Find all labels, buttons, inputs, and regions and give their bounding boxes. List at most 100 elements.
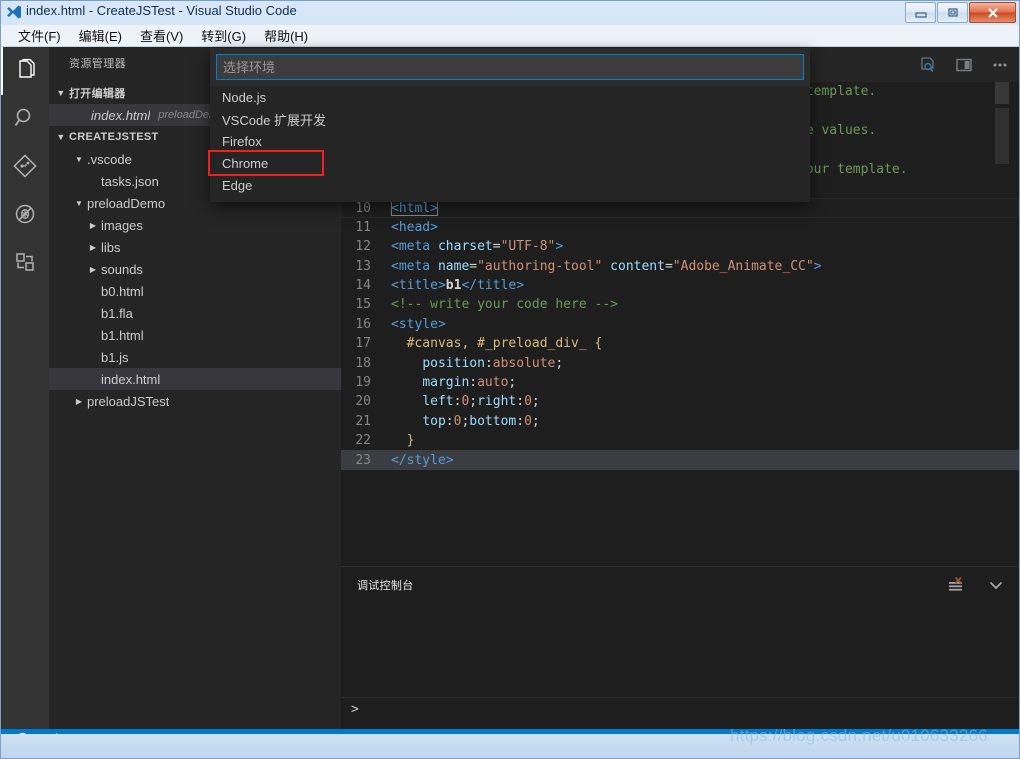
- scrollbar-thumb[interactable]: [995, 82, 1009, 104]
- code-token: name: [437, 258, 470, 274]
- close-button[interactable]: [969, 2, 1016, 23]
- menu-help[interactable]: 帮助(H): [255, 24, 317, 47]
- activity-source-control[interactable]: [1, 143, 49, 191]
- minimize-button[interactable]: [905, 2, 936, 23]
- extensions-icon: [13, 250, 37, 277]
- quick-pick-item-label: Edge: [222, 177, 253, 193]
- quick-pick-item-node-js[interactable]: Node.js: [210, 86, 810, 108]
- tree-item-preloadjstest[interactable]: ▶ preloadJSTest: [49, 390, 341, 412]
- code-line[interactable]: 16 <style>: [341, 315, 1019, 334]
- quick-pick-input[interactable]: [216, 54, 804, 80]
- quick-pick-dropdown: Node.js VSCode 扩展开发 Firefox Chrome Edge: [208, 48, 810, 202]
- code-token: >: [555, 239, 564, 255]
- code-token: =: [469, 258, 478, 274]
- menu-goto[interactable]: 转到(G): [192, 24, 255, 47]
- code-line[interactable]: 12 <meta charset="UTF-8">: [341, 237, 1019, 256]
- tree-item-label: sounds: [101, 261, 143, 277]
- tree-item-b1-js[interactable]: b1.js: [49, 346, 341, 368]
- activity-bar: [1, 47, 49, 729]
- tree-item-index-html[interactable]: index.html: [49, 368, 341, 390]
- scrollbar-thumb-overview[interactable]: [995, 108, 1009, 164]
- code-token: ;: [469, 394, 478, 410]
- restore-button[interactable]: [937, 2, 968, 23]
- code-line-text: }: [387, 433, 1019, 448]
- quick-pick-item-label: Chrome: [222, 155, 269, 171]
- activity-debug[interactable]: [1, 191, 49, 239]
- line-number: 18: [355, 355, 371, 371]
- debug-icon: [13, 202, 37, 229]
- code-token: >: [813, 258, 822, 274]
- tree-item-label: b1.js: [101, 349, 129, 365]
- code-token: #canvas, #_preload_div_ {: [391, 336, 603, 352]
- tree-item-label: tasks.json: [101, 173, 159, 189]
- clear-console-icon[interactable]: [947, 576, 965, 594]
- code-line[interactable]: 11 <head>: [341, 218, 1019, 237]
- tree-item-b0-html[interactable]: b0.html: [49, 280, 341, 302]
- code-token: ;: [531, 413, 540, 429]
- code-token: bottom: [469, 413, 517, 429]
- code-line[interactable]: 15 <!-- write your code here -->: [341, 295, 1019, 314]
- code-line[interactable]: 22 }: [341, 431, 1019, 450]
- code-token: margin: [422, 375, 470, 391]
- code-line-text: margin:auto;: [387, 375, 1019, 390]
- code-line[interactable]: 18 position:absolute;: [341, 353, 1019, 372]
- panel-tab-debug-console[interactable]: 调试控制台: [341, 577, 414, 593]
- code-token: left: [422, 394, 454, 410]
- code-token: :: [445, 413, 454, 429]
- code-line[interactable]: 21 top:0;bottom:0;: [341, 412, 1019, 431]
- tree-item-b1-html[interactable]: b1.html: [49, 324, 341, 346]
- code-line-text: left:0;right:0;: [387, 394, 1019, 409]
- code-token: charset: [437, 239, 493, 255]
- code-token: </title>: [461, 278, 525, 294]
- quick-pick-item-firefox[interactable]: Firefox: [210, 130, 810, 152]
- editor-vertical-scrollbar[interactable]: [995, 82, 1009, 566]
- quick-pick-item-vscode-----[interactable]: VSCode 扩展开发: [210, 108, 810, 130]
- code-line-text: <meta name="authoring-tool" content="Ado…: [387, 259, 1019, 274]
- code-token: <style>: [391, 316, 446, 332]
- editor-actions: [919, 47, 1009, 82]
- code-token: auto: [477, 375, 509, 391]
- open-preview-icon[interactable]: [919, 56, 937, 74]
- quick-pick-item-chrome[interactable]: Chrome: [208, 150, 324, 176]
- code-line[interactable]: 13 <meta name="authoring-tool" content="A…: [341, 257, 1019, 276]
- menu-file[interactable]: 文件(F): [9, 24, 70, 47]
- code-line-text: top:0;bottom:0;: [387, 414, 1019, 429]
- code-line[interactable]: 19 margin:auto;: [341, 373, 1019, 392]
- code-line[interactable]: 17 #canvas, #_preload_div_ {: [341, 334, 1019, 353]
- activity-explorer[interactable]: [1, 47, 49, 95]
- code-token: <head>: [391, 219, 438, 235]
- code-line-text: <title>b1</title>: [387, 278, 1019, 293]
- menu-view[interactable]: 查看(V): [131, 24, 192, 47]
- activity-search[interactable]: [1, 95, 49, 143]
- code-token: =: [664, 258, 673, 274]
- code-token: <meta: [391, 239, 438, 255]
- code-line[interactable]: 23 </style>: [341, 450, 1019, 470]
- tree-item-libs[interactable]: ▶ libs: [49, 236, 341, 258]
- files-icon: [13, 58, 37, 85]
- close-panel-icon[interactable]: [987, 576, 1005, 594]
- code-line-text: </style>: [387, 453, 1019, 468]
- chevron-right-icon: ▶: [89, 264, 97, 274]
- code-line[interactable]: 20 left:0;right:0;: [341, 392, 1019, 411]
- panel-header: 调试控制台: [341, 567, 1019, 602]
- code-line[interactable]: 14 <title>b1</title>: [341, 276, 1019, 295]
- more-actions-icon[interactable]: [991, 56, 1009, 74]
- tree-item-sounds[interactable]: ▶ sounds: [49, 258, 341, 280]
- tree-item-images[interactable]: ▶ images: [49, 214, 341, 236]
- chevron-down-icon: ▼: [75, 154, 83, 164]
- chevron-right-icon: ▶: [89, 220, 97, 230]
- tree-item-b1-fla[interactable]: b1.fla: [49, 302, 341, 324]
- code-token: ;: [531, 394, 540, 410]
- code-token: <html>: [391, 200, 438, 216]
- quick-pick-item-label: Firefox: [222, 133, 262, 149]
- activity-extensions[interactable]: [1, 239, 49, 287]
- quick-pick-item-edge[interactable]: Edge: [210, 174, 810, 196]
- code-token: :: [484, 355, 493, 371]
- debug-console-input[interactable]: >: [341, 697, 1019, 720]
- split-editor-icon[interactable]: [955, 56, 973, 74]
- menu-edit[interactable]: 编辑(E): [70, 24, 131, 47]
- tree-item-label: b0.html: [101, 283, 144, 299]
- code-token: <title>: [391, 278, 446, 294]
